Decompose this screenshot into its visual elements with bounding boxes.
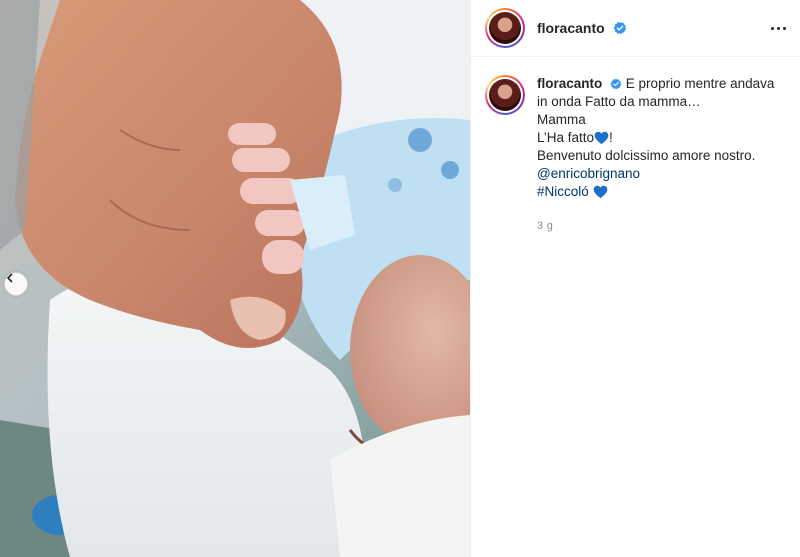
caption-username[interactable]: floracanto — [537, 76, 602, 91]
post-sidebar: floracanto floracanto E proprio mentre a… — [470, 0, 800, 557]
post-header: floracanto — [471, 0, 800, 57]
hashtag-link[interactable]: #Niccoló — [537, 184, 589, 199]
chevron-left-icon — [7, 273, 13, 283]
previous-photo-button[interactable] — [4, 272, 28, 296]
header-username[interactable]: floracanto — [537, 20, 627, 36]
avatar[interactable] — [485, 8, 525, 48]
blue-heart-icon — [594, 131, 609, 145]
post-photo[interactable] — [0, 0, 470, 557]
header-username-text[interactable]: floracanto — [537, 20, 605, 36]
caption-avatar[interactable] — [485, 75, 525, 115]
more-dot — [776, 26, 780, 30]
mention-link[interactable]: @enricobrignano — [537, 166, 640, 181]
caption-line-3-suffix: ! — [609, 130, 613, 145]
avatar-image — [489, 12, 521, 44]
caption-text: floracanto E proprio mentre andava in on… — [537, 75, 786, 235]
caption-line-4: Benvenuto dolcissimo amore nostro. — [537, 148, 756, 163]
caption-avatar-image — [489, 79, 521, 111]
blue-heart-icon — [593, 185, 607, 199]
caption-line-2: Mamma — [537, 112, 586, 127]
caption-line-3: L’Ha fatto — [537, 130, 595, 145]
post-photo-image — [0, 0, 470, 557]
more-options-button[interactable] — [766, 18, 790, 38]
verified-badge-icon — [610, 78, 622, 90]
caption-line-3-wrap: L’Ha fatto! — [537, 129, 786, 147]
post-timestamp[interactable]: 3 g — [537, 217, 786, 235]
more-dot — [782, 26, 786, 30]
more-horizontal-icon — [770, 26, 774, 30]
caption: floracanto E proprio mentre andava in on… — [471, 57, 800, 235]
verified-badge-icon — [613, 21, 626, 35]
